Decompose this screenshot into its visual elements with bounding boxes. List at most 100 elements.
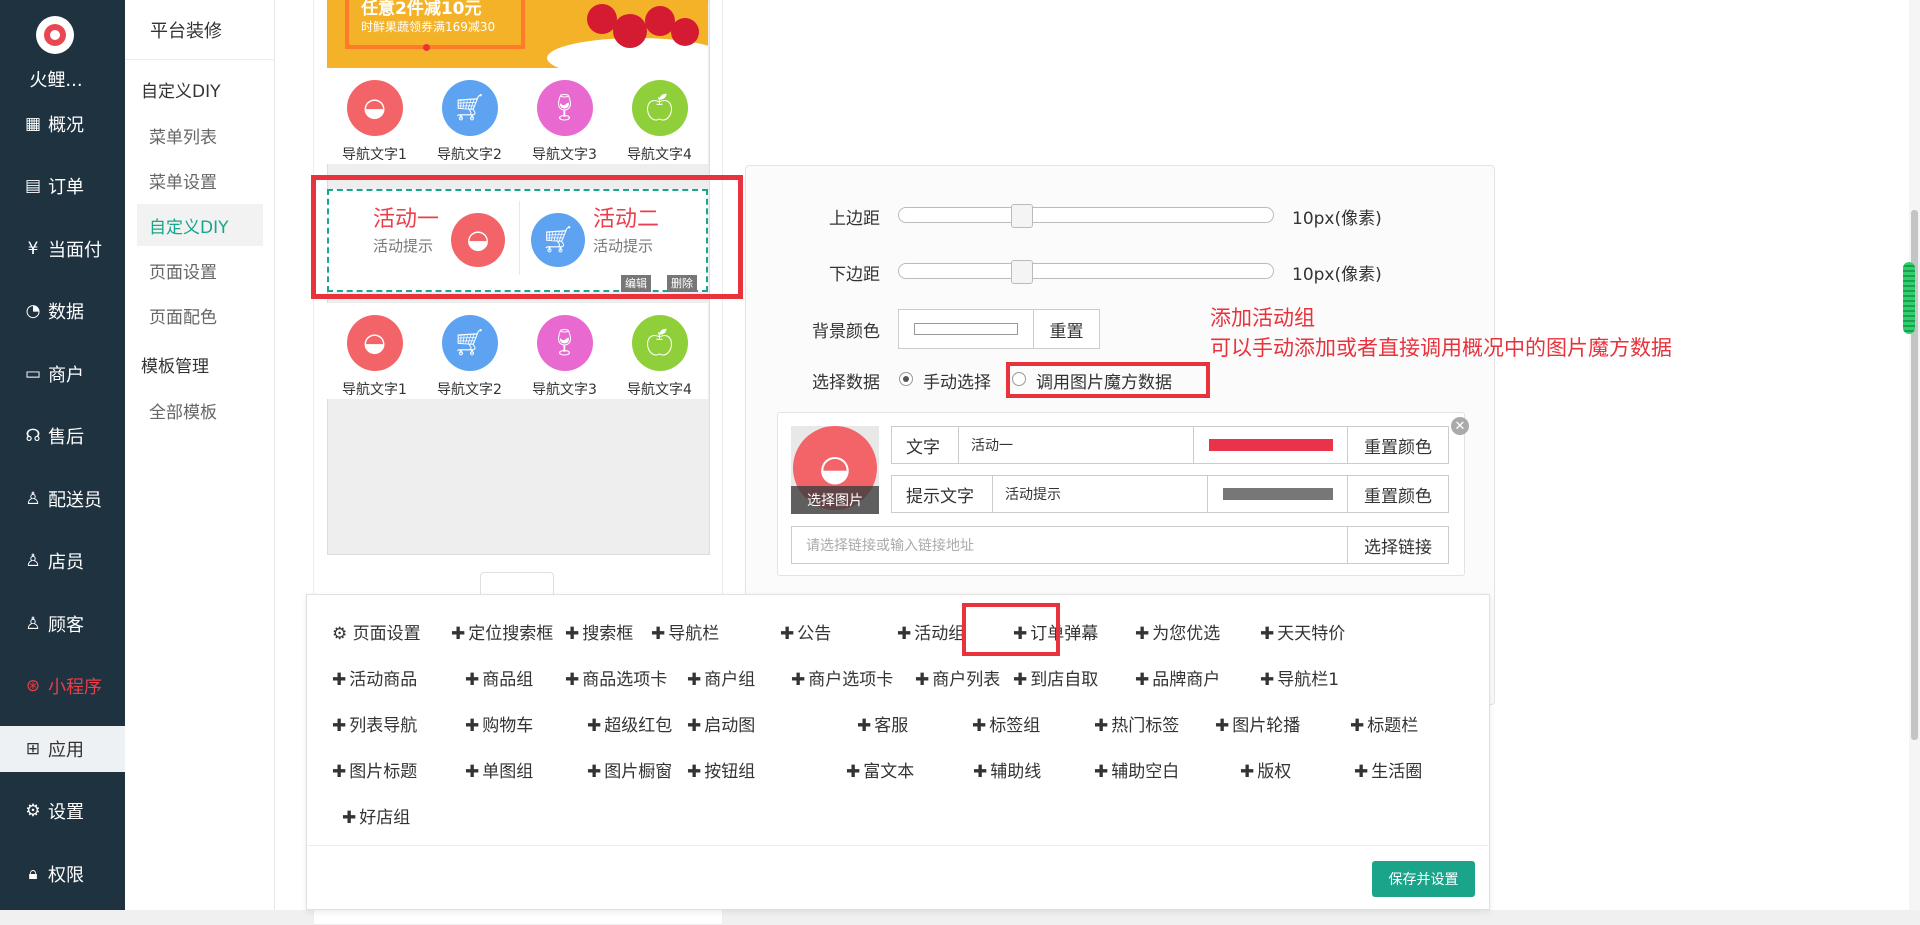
add-component-button[interactable]: ✚ 导航栏 [651, 619, 719, 644]
text-reset-color-button[interactable]: 重置颜色 [1347, 426, 1449, 464]
brand-logo[interactable] [36, 16, 74, 54]
promo-banner[interactable]: 任意2件减10元 时鲜果蔬领券满169减30 [327, 0, 708, 68]
side-widget-handle[interactable] [1903, 262, 1915, 334]
sidebar-item-couriers[interactable]: ♙ 配送员 [0, 476, 125, 522]
sidebar-item-apps[interactable]: ⊞ 应用 [0, 726, 125, 772]
add-component-button[interactable]: ✚ 超级红包 [587, 711, 672, 736]
add-component-button[interactable]: ✚ 富文本 [846, 757, 914, 782]
manual-select-label[interactable]: 手动选择 [923, 368, 991, 393]
add-component-button[interactable]: ✚ 生活圈 [1354, 757, 1422, 782]
nav-cell[interactable]: 🍷︎ 导航文字3 [517, 80, 612, 164]
subnav-item-page-colors[interactable]: 页面配色 [137, 294, 263, 336]
sidebar-item-settings[interactable]: ⚙ 设置 [0, 788, 125, 834]
sidebar-item-overview[interactable]: ▦ 概况 [0, 101, 125, 147]
delete-button[interactable]: 删除 [667, 275, 697, 292]
add-component-button[interactable]: ✚ 辅助空白 [1094, 757, 1179, 782]
add-component-button[interactable]: ✚ 启动图 [687, 711, 755, 736]
sidebar: 火鲤... ▦ 概况 ▤ 订单 ¥ 当面付 ◔ 数据 ▭ 商户 ☊ 售后 ♙ 配送员 ♙ 店员 … [0, 0, 125, 910]
plus-icon: ✚ [332, 670, 347, 690]
magic-data-radio[interactable] [1012, 372, 1026, 386]
sidebar-item-merchants[interactable]: ▭ 商户 [0, 351, 125, 397]
nav-cell[interactable]: 🛒︎ 导航文字2 [422, 80, 517, 164]
add-component-button[interactable]: ✚ 天天特价 [1260, 619, 1345, 644]
sidebar-item-label: 权限 [48, 865, 84, 886]
hint-input[interactable]: 活动提示 [992, 475, 1208, 513]
hint-reset-color-button[interactable]: 重置颜色 [1347, 475, 1449, 513]
add-component-button[interactable]: ✚ 商户组 [687, 665, 755, 690]
bottom-margin-slider[interactable] [898, 260, 1274, 284]
add-component-button[interactable]: ✚ 导航栏1 [1260, 665, 1339, 690]
nav-cell[interactable]: 🛒︎ 导航文字2 [422, 315, 517, 399]
add-component-button[interactable]: ✚ 为您优选 [1135, 619, 1220, 644]
nav-cell[interactable]: 🍷︎ 导航文字3 [517, 315, 612, 399]
edit-button[interactable]: 编辑 [621, 275, 651, 292]
add-component-button[interactable]: ✚ 图片标题 [332, 757, 417, 782]
add-component-button[interactable]: ✚ 定位搜索框 [451, 619, 553, 644]
sidebar-item-staff[interactable]: ♙ 店员 [0, 538, 125, 584]
add-component-button[interactable]: ✚ 标签组 [972, 711, 1040, 736]
button-label: 页面设置 [352, 624, 421, 644]
sidebar-item-customers[interactable]: ♙ 顾客 [0, 601, 125, 647]
close-icon[interactable]: ✕ [1451, 417, 1469, 435]
subnav-item-menu-settings[interactable]: 菜单设置 [137, 159, 263, 201]
bg-color-picker[interactable] [898, 309, 1034, 349]
sidebar-item-data[interactable]: ◔ 数据 [0, 288, 125, 334]
button-label: 标题栏 [1367, 716, 1419, 736]
add-component-button[interactable]: ✚ 版权 [1240, 757, 1291, 782]
save-settings-button[interactable]: 保存并设置 [1372, 861, 1475, 897]
add-component-button[interactable]: ✚ 客服 [857, 711, 908, 736]
slider-thumb[interactable] [1011, 260, 1033, 284]
add-component-button[interactable]: ✚ 商品组 [465, 665, 533, 690]
add-component-button[interactable]: ✚ 热门标签 [1094, 711, 1179, 736]
manual-select-radio[interactable] [899, 372, 913, 386]
page-settings-button[interactable]: ⚙ 页面设置 [332, 619, 421, 644]
slider-thumb[interactable] [1011, 204, 1033, 228]
choose-image-button[interactable]: 选择图片 [791, 486, 879, 514]
button-label: 生活圈 [1371, 762, 1423, 782]
hint-color-picker[interactable] [1207, 475, 1348, 513]
activity-two-hint: 活动提示 [593, 237, 654, 255]
add-component-button[interactable]: ✚ 辅助线 [973, 757, 1041, 782]
add-component-button[interactable]: ✚ 活动商品 [332, 665, 417, 690]
top-margin-slider[interactable] [898, 204, 1274, 228]
choose-link-button[interactable]: 选择链接 [1347, 526, 1449, 564]
nav-cell[interactable]: ◒ 导航文字1 [327, 315, 422, 399]
sidebar-item-permissions[interactable]: 🔒︎ 权限 [0, 851, 125, 897]
subnav-item-all-templates[interactable]: 全部模板 [137, 389, 263, 431]
add-component-button[interactable]: ✚ 购物车 [465, 711, 533, 736]
add-component-button[interactable]: ✚ 列表导航 [332, 711, 417, 736]
add-component-button[interactable]: ✚ 单图组 [465, 757, 533, 782]
add-component-button[interactable]: ✚ 品牌商户 [1135, 665, 1220, 690]
nav-cell[interactable]: ◒ 导航文字1 [327, 80, 422, 164]
activity-one: 活动一 活动提示 [373, 201, 439, 256]
text-color-picker[interactable] [1193, 426, 1348, 464]
add-component-button[interactable]: ✚ 搜索框 [565, 619, 633, 644]
subnav-item-custom-diy[interactable]: 自定义DIY [137, 204, 263, 246]
subnav-item-page-settings[interactable]: 页面设置 [137, 249, 263, 291]
text-input[interactable]: 活动一 [958, 426, 1194, 464]
link-input[interactable]: 请选择链接或输入链接地址 [791, 526, 1348, 564]
subnav-item-menu-list[interactable]: 菜单列表 [137, 114, 263, 156]
add-component-button[interactable]: ✚ 商户选项卡 [791, 665, 893, 690]
nav-cell[interactable]: 🍏︎ 导航文字4 [612, 315, 707, 399]
add-component-button[interactable]: ✚ 图片轮播 [1215, 711, 1300, 736]
add-component-button[interactable]: ✚ 活动组 [897, 619, 965, 644]
add-component-button[interactable]: ✚ 标题栏 [1350, 711, 1418, 736]
sidebar-item-miniapp[interactable]: ⊛ 小程序 [0, 663, 125, 709]
activity-group-preview[interactable]: 活动一 活动提示 ◒ 活动二 活动提示 🛒︎ 编辑 删除 [327, 189, 708, 292]
nav-cell[interactable]: 🍏︎ 导航文字4 [612, 80, 707, 164]
add-component-button[interactable]: ✚ 商品选项卡 [565, 665, 667, 690]
magic-data-label[interactable]: 调用图片魔方数据 [1036, 368, 1172, 393]
add-component-button[interactable]: ✚ 好店组 [342, 803, 410, 828]
add-component-button[interactable]: ✚ 公告 [780, 619, 831, 644]
add-component-button[interactable]: ✚ 按钮组 [687, 757, 755, 782]
add-component-button[interactable]: ✚ 到店自取 [1013, 665, 1098, 690]
sidebar-item-orders[interactable]: ▤ 订单 [0, 163, 125, 209]
sidebar-item-aftersales[interactable]: ☊ 售后 [0, 413, 125, 459]
plus-icon: ✚ [897, 624, 912, 644]
activity-image[interactable]: ◒ 选择图片 [791, 426, 879, 514]
add-component-button[interactable]: ✚ 图片橱窗 [587, 757, 672, 782]
sidebar-item-facepay[interactable]: ¥ 当面付 [0, 226, 125, 272]
bg-color-reset-button[interactable]: 重置 [1033, 309, 1100, 349]
add-component-button[interactable]: ✚ 商户列表 [915, 665, 1000, 690]
